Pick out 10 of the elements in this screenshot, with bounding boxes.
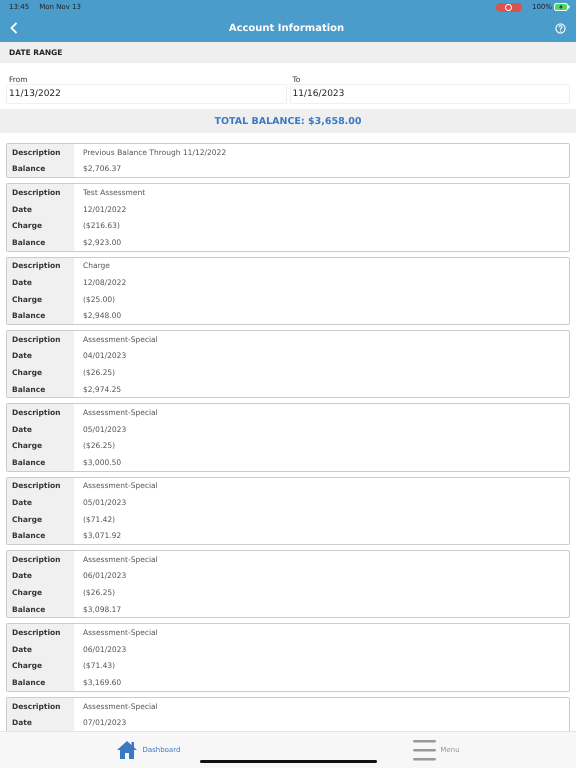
- date-field[interactable]: 11/16/2023: [290, 85, 569, 103]
- total-balance: TOTAL BALANCE: $3,658.00: [214, 116, 362, 126]
- menu-icon: [413, 738, 436, 762]
- back-button[interactable]: [8, 20, 20, 36]
- recording-indicator-icon: [496, 2, 522, 12]
- help-button[interactable]: [552, 20, 568, 36]
- home-icon: [116, 740, 138, 760]
- page-title: Account Information: [228, 22, 344, 34]
- battery-icon: [554, 3, 570, 11]
- date-field[interactable]: 11/13/2022: [7, 85, 286, 103]
